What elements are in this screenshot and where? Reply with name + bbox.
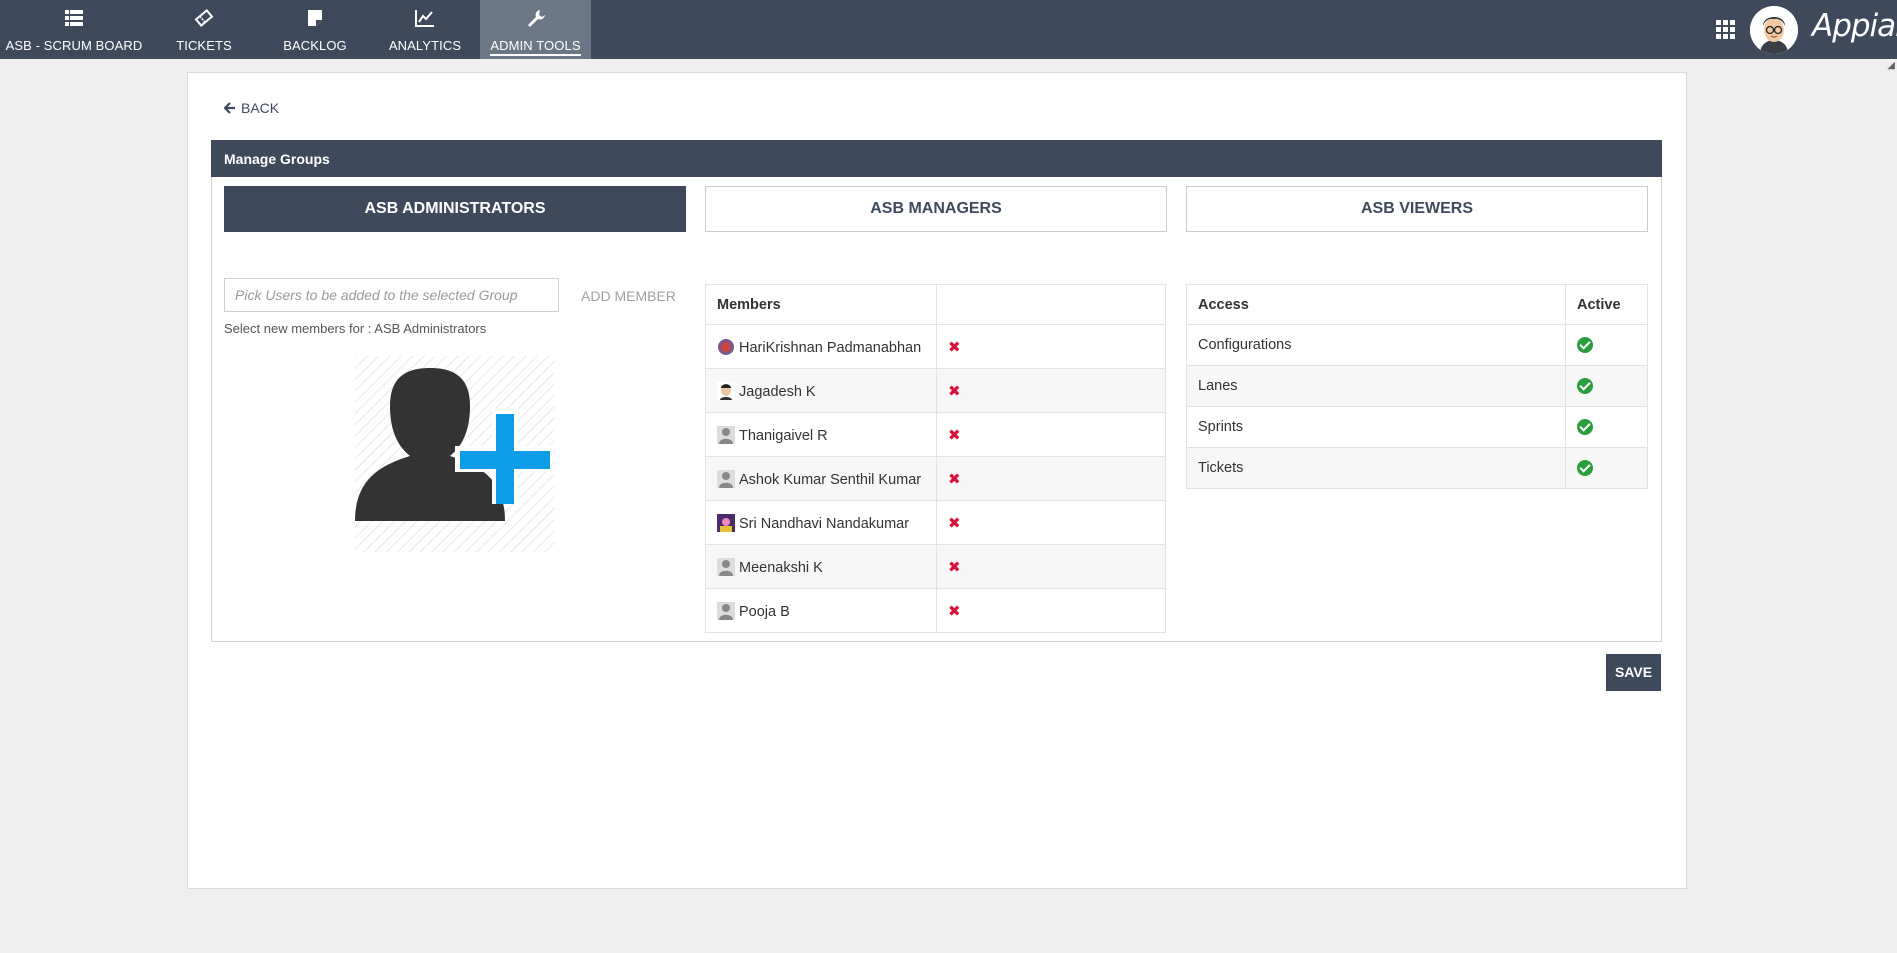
check-circle-icon [1577,418,1593,435]
remove-x-icon[interactable]: ✖ [948,427,961,444]
member-name: Meenakshi K [739,559,823,576]
table-row: Pooja B ✖ [705,588,1166,633]
remove-cell: ✖ [936,412,1166,457]
arrow-left-icon [224,102,235,114]
list-icon [65,10,83,26]
member-name: Jagadesh K [739,383,816,400]
remove-x-icon[interactable]: ✖ [948,559,961,576]
remove-cell: ✖ [936,588,1166,633]
member-cell: Meenakshi K [705,544,937,589]
tab-label: ADMIN TOOLS [490,38,581,56]
tab-backlog[interactable]: BACKLOG [260,0,370,59]
default-avatar-icon [717,601,735,620]
remove-cell: ✖ [936,368,1166,413]
members-table: Members HariKrishnan Padmanabhan ✖ Jagad… [705,284,1166,633]
default-avatar-icon [717,469,735,488]
table-row: Meenakshi K ✖ [705,544,1166,589]
check-circle-icon [1577,459,1593,476]
tab-label: BACKLOG [283,38,347,53]
remove-cell: ✖ [936,456,1166,501]
member-avatar-icon [718,338,734,355]
sticky-note-icon [308,10,322,26]
access-name: Configurations [1186,324,1566,366]
active-cell [1565,447,1648,489]
tab-admin-tools[interactable]: ADMIN TOOLS [480,0,591,59]
default-avatar-icon [717,557,735,576]
check-circle-icon [1577,336,1593,353]
member-cell: HariKrishnan Padmanabhan [705,324,937,369]
table-header-row: Access Active [1186,284,1648,325]
tab-label: TICKETS [176,38,232,53]
wrench-icon [527,10,545,27]
group-button-managers[interactable]: ASB MANAGERS [705,186,1167,232]
remove-x-icon[interactable]: ✖ [948,383,961,400]
remove-x-icon[interactable]: ✖ [948,471,961,488]
table-row: Lanes [1186,365,1648,407]
tab-analytics[interactable]: ANALYTICS [370,0,480,59]
resize-handle-icon: ◢ [1887,60,1895,71]
table-row: Jagadesh K ✖ [705,368,1166,413]
back-link[interactable]: BACK [224,100,279,116]
table-row: Sri Nandhavi Nandakumar ✖ [705,500,1166,545]
group-button-viewers[interactable]: ASB VIEWERS [1186,186,1648,232]
access-header: Access [1186,284,1566,325]
member-name: Ashok Kumar Senthil Kumar [739,471,922,488]
appian-logo[interactable]: Appian [1812,8,1897,44]
top-nav: ASB - SCRUM BOARD TICKETS BACKLOG ANALYT… [0,0,1897,59]
back-label: BACK [241,100,280,116]
member-name: Pooja B [739,603,790,620]
group-button-administrators[interactable]: ASB ADMINISTRATORS [224,186,686,232]
tab-label: ANALYTICS [388,38,462,53]
tab-tickets[interactable]: TICKETS [148,0,260,59]
remove-cell: ✖ [936,324,1166,369]
active-cell [1565,406,1648,448]
user-avatar-icon [1750,6,1798,54]
member-name: Sri Nandhavi Nandakumar [739,515,910,532]
remove-x-icon[interactable]: ✖ [948,603,961,620]
member-cell: Pooja B [705,588,937,633]
save-button[interactable]: SAVE [1606,654,1661,691]
table-row: Sprints [1186,406,1648,448]
panel-title: Manage Groups [211,140,1662,177]
member-cell: Sri Nandhavi Nandakumar [705,500,937,545]
apps-grid-icon[interactable] [1716,20,1736,40]
tab-scrum-board[interactable]: ASB - SCRUM BOARD [0,0,148,59]
table-header-row: Members [705,284,1166,325]
tab-label: ASB - SCRUM BOARD [5,38,143,53]
remove-cell: ✖ [936,544,1166,589]
ticket-icon [194,9,214,27]
active-cell [1565,365,1648,407]
remove-header [936,284,1166,325]
members-header: Members [705,284,937,325]
access-table: Access Active Configurations Lanes Sprin… [1186,284,1648,489]
access-name: Tickets [1186,447,1566,489]
table-row: Configurations [1186,324,1648,366]
member-avatar-icon [717,381,735,400]
picker-help-text: Select new members for : ASB Administrat… [224,321,487,336]
add-member-button[interactable]: ADD MEMBER [581,288,676,304]
access-name: Lanes [1186,365,1566,407]
add-user-icon [355,356,555,552]
remove-x-icon[interactable]: ✖ [948,515,961,532]
user-picker-input[interactable]: Pick Users to be added to the selected G… [224,278,559,312]
access-name: Sprints [1186,406,1566,448]
member-name: HariKrishnan Padmanabhan [739,339,922,356]
table-row: HariKrishnan Padmanabhan ✖ [705,324,1166,369]
member-cell: Thanigaivel R [705,412,937,457]
member-avatar-icon [717,513,735,532]
member-cell: Ashok Kumar Senthil Kumar [705,456,937,501]
table-row: Ashok Kumar Senthil Kumar ✖ [705,456,1166,501]
active-cell [1565,324,1648,366]
user-avatar[interactable] [1750,6,1798,54]
remove-cell: ✖ [936,500,1166,545]
line-chart-icon [415,10,434,27]
table-row: Thanigaivel R ✖ [705,412,1166,457]
remove-x-icon[interactable]: ✖ [948,339,961,356]
member-name: Thanigaivel R [739,427,828,444]
member-cell: Jagadesh K [705,368,937,413]
table-row: Tickets [1186,447,1648,489]
check-circle-icon [1577,377,1593,394]
default-avatar-icon [717,425,735,444]
active-header: Active [1565,284,1648,325]
